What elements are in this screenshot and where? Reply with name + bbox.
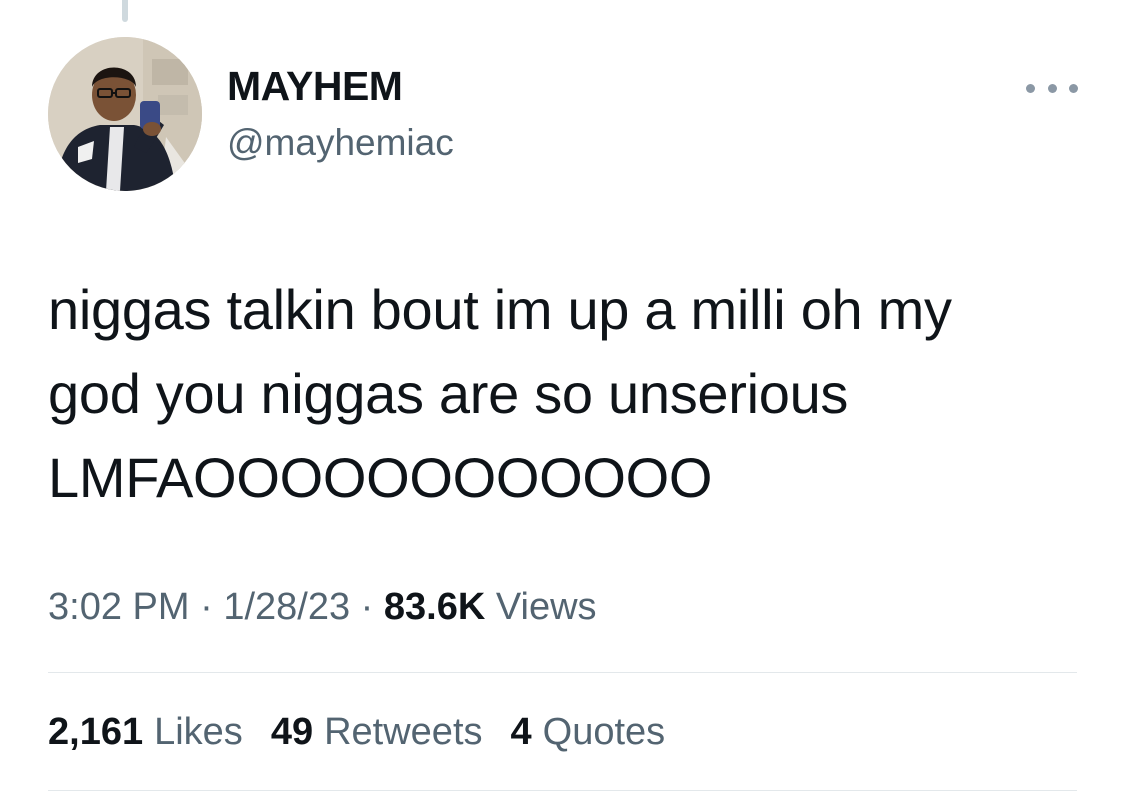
retweets-count: 49 [270, 711, 314, 753]
divider [48, 672, 1077, 673]
tweet-text: niggas talkin bout im up a milli oh my g… [48, 268, 1098, 520]
ellipsis-icon [1069, 83, 1078, 93]
tweet-text-line: niggas talkin bout im up a milli oh my [48, 278, 952, 341]
quotes-count: 4 [510, 711, 532, 753]
avatar[interactable] [48, 37, 202, 191]
more-options-button[interactable] [1026, 76, 1078, 100]
likes-label: Likes [154, 711, 243, 753]
views-count: 83.6K [383, 586, 486, 628]
thread-connector-line [122, 0, 128, 22]
likes-count: 2,161 [48, 711, 144, 753]
ellipsis-icon [1047, 83, 1057, 93]
retweets-stat[interactable]: 49 Retweets [271, 713, 483, 751]
quotes-stat[interactable]: 4 Quotes [511, 713, 666, 751]
author-display-name[interactable]: MAYHEM [227, 66, 403, 107]
meta-separator: · [360, 586, 374, 628]
tweet-time[interactable]: 3:02 PM [48, 586, 190, 628]
tweet-metadata: 3:02 PM · 1/28/23 · 83.6K Views [48, 588, 597, 626]
author-handle[interactable]: @mayhemiac [227, 124, 454, 161]
ellipsis-icon [1026, 83, 1035, 93]
views-label: Views [495, 586, 597, 628]
tweet-date[interactable]: 1/28/23 [223, 586, 350, 628]
divider [48, 790, 1077, 791]
profile-photo-icon [48, 37, 202, 191]
engagement-stats: 2,161 Likes 49 Retweets 4 Quotes [48, 713, 665, 751]
tweet-text-line: god you niggas are so unserious [48, 362, 849, 425]
tweet-text-line: LMFAOOOOOOOOOOOO [48, 446, 713, 509]
quotes-label: Quotes [542, 711, 666, 753]
likes-stat[interactable]: 2,161 Likes [48, 713, 243, 751]
meta-separator: · [200, 586, 213, 628]
retweets-label: Retweets [324, 711, 483, 753]
